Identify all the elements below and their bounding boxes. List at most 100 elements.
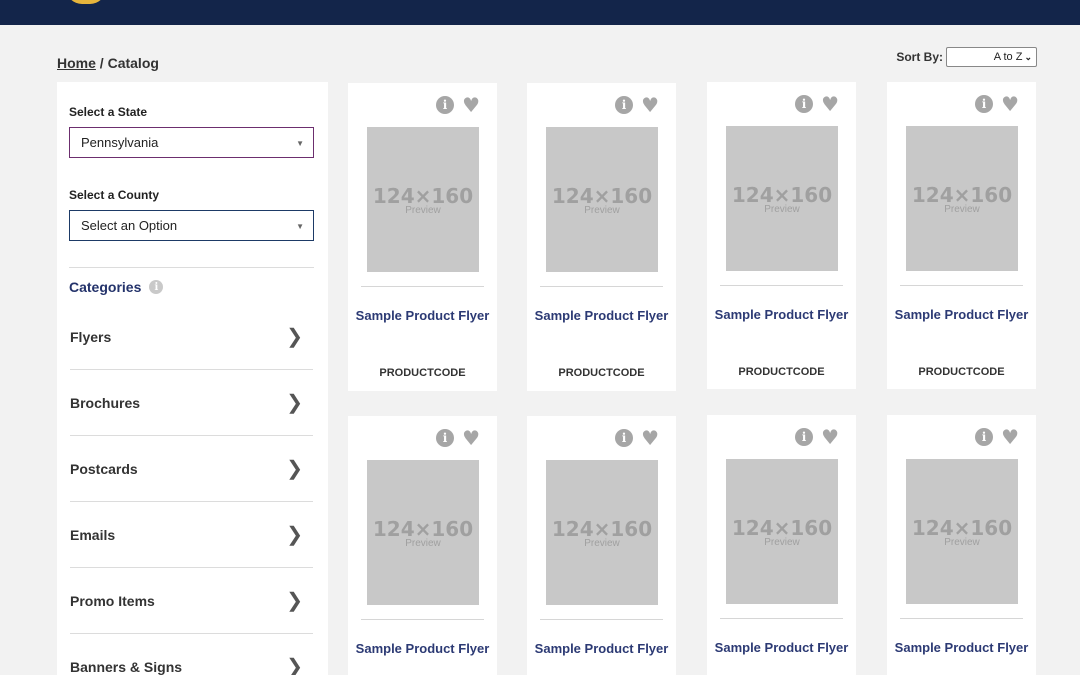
product-code: PRODUCTCODE — [558, 367, 645, 379]
divider — [361, 286, 484, 287]
info-icon[interactable]: i — [436, 429, 455, 447]
heart-icon[interactable]: ♥ — [1001, 427, 1019, 447]
product-name[interactable]: Sample Product Flyer — [887, 639, 1036, 657]
filter-sidebar: Select a State Pennsylvania ▼ Select a C… — [57, 82, 328, 675]
heart-icon[interactable]: ♥ — [462, 95, 480, 115]
brand-logo[interactable] — [66, 0, 106, 4]
info-icon[interactable]: i — [795, 428, 814, 446]
product-code: PRODUCTCODE — [738, 366, 825, 378]
product-card[interactable]: i ♥ 124×160 Preview Sample Product Flyer P… — [348, 83, 497, 391]
preview-size: 124×160 — [551, 516, 653, 541]
category-item-emails[interactable]: Emails ❯ — [70, 502, 313, 568]
divider — [900, 618, 1023, 619]
product-preview-image[interactable]: 124×160 Preview — [906, 459, 1018, 604]
county-label: Select a County — [69, 188, 160, 202]
preview-label: Preview — [405, 537, 441, 549]
info-icon[interactable]: i — [975, 95, 994, 113]
divider — [540, 619, 663, 620]
heart-icon[interactable]: ♥ — [821, 427, 839, 447]
preview-label: Preview — [764, 536, 800, 548]
category-label: Postcards — [70, 460, 138, 477]
preview-size: 124×160 — [372, 183, 474, 208]
divider — [361, 619, 484, 620]
category-item-postcards[interactable]: Postcards ❯ — [70, 436, 313, 502]
product-name[interactable]: Sample Product Flyer — [887, 306, 1036, 324]
breadcrumb-home-link[interactable]: Home — [57, 55, 96, 71]
category-item-flyers[interactable]: Flyers ❯ — [70, 304, 313, 370]
info-icon[interactable]: i — [615, 96, 634, 114]
product-card[interactable]: i ♥ 124×160 Preview Sample Product Flyer P… — [527, 83, 676, 391]
product-card[interactable]: i ♥ 124×160 Preview Sample Product Flyer — [527, 416, 676, 675]
divider — [540, 286, 663, 287]
product-name[interactable]: Sample Product Flyer — [707, 639, 856, 657]
product-name[interactable]: Sample Product Flyer — [348, 640, 497, 658]
chevron-right-icon: ❯ — [286, 391, 303, 414]
preview-size: 124×160 — [731, 515, 833, 540]
product-card[interactable]: i ♥ 124×160 Preview Sample Product Flyer — [887, 415, 1036, 675]
product-preview-image[interactable]: 124×160 Preview — [367, 460, 479, 605]
product-code: PRODUCTCODE — [379, 367, 466, 379]
chevron-down-icon: ⌄ — [1024, 51, 1032, 62]
info-icon[interactable]: i — [975, 428, 994, 446]
info-icon[interactable]: i — [149, 280, 164, 294]
county-select-value: Select an Option — [81, 218, 178, 233]
product-preview-image[interactable]: 124×160 Preview — [906, 126, 1018, 271]
chevron-right-icon: ❯ — [286, 325, 303, 348]
category-label: Brochures — [70, 394, 141, 411]
product-card[interactable]: i ♥ 124×160 Preview Sample Product Flyer — [348, 416, 497, 675]
sort-select[interactable]: A to Z ⌄ — [946, 47, 1037, 67]
breadcrumb-current: Catalog — [107, 55, 159, 71]
caret-down-icon: ▼ — [296, 139, 304, 148]
product-preview-image[interactable]: 124×160 Preview — [546, 127, 658, 272]
divider — [720, 618, 843, 619]
top-nav-bar — [0, 0, 1080, 25]
chevron-right-icon: ❯ — [286, 589, 303, 612]
sort-selected-value: A to Z — [993, 51, 1023, 63]
category-item-promo-items[interactable]: Promo Items ❯ — [70, 568, 313, 634]
breadcrumb-separator: / — [95, 55, 108, 71]
preview-size: 124×160 — [551, 183, 653, 208]
preview-label: Preview — [405, 204, 441, 216]
info-icon[interactable]: i — [436, 96, 455, 114]
sort-label: Sort By: — [896, 50, 943, 64]
product-card[interactable]: i ♥ 124×160 Preview Sample Product Flyer — [707, 415, 856, 675]
product-preview-image[interactable]: 124×160 Preview — [726, 459, 838, 604]
heart-icon[interactable]: ♥ — [641, 428, 659, 448]
state-label: Select a State — [69, 105, 148, 119]
heart-icon[interactable]: ♥ — [641, 95, 659, 115]
chevron-right-icon: ❯ — [286, 523, 303, 546]
divider — [69, 267, 314, 268]
category-label: Emails — [70, 526, 116, 543]
product-preview-image[interactable]: 124×160 Preview — [546, 460, 658, 605]
preview-label: Preview — [584, 537, 620, 549]
heart-icon[interactable]: ♥ — [462, 428, 480, 448]
categories-heading: Categories i — [69, 279, 164, 295]
category-label: Banners & Signs — [70, 659, 183, 675]
product-name[interactable]: Sample Product Flyer — [527, 640, 676, 658]
preview-label: Preview — [944, 536, 980, 548]
product-name[interactable]: Sample Product Flyer — [348, 307, 497, 325]
product-card[interactable]: i ♥ 124×160 Preview Sample Product Flyer P… — [887, 82, 1036, 389]
categories-title: Categories — [69, 279, 142, 295]
divider — [720, 285, 843, 286]
category-label: Flyers — [70, 328, 112, 345]
heart-icon[interactable]: ♥ — [821, 94, 839, 114]
preview-size: 124×160 — [911, 515, 1013, 540]
product-preview-image[interactable]: 124×160 Preview — [726, 126, 838, 271]
product-preview-image[interactable]: 124×160 Preview — [367, 127, 479, 272]
county-select[interactable]: Select an Option ▼ — [69, 210, 314, 241]
heart-icon[interactable]: ♥ — [1001, 94, 1019, 114]
product-name[interactable]: Sample Product Flyer — [527, 307, 676, 325]
preview-size: 124×160 — [911, 182, 1013, 207]
category-item-brochures[interactable]: Brochures ❯ — [70, 370, 313, 436]
info-icon[interactable]: i — [795, 95, 814, 113]
sort-control: Sort By: A to Z ⌄ — [896, 47, 1037, 67]
product-card[interactable]: i ♥ 124×160 Preview Sample Product Flyer P… — [707, 82, 856, 389]
preview-label: Preview — [944, 203, 980, 215]
info-icon[interactable]: i — [615, 429, 634, 447]
state-select-value: Pennsylvania — [81, 135, 159, 150]
category-item-banners-signs[interactable]: Banners & Signs ❯ — [70, 634, 313, 675]
product-name[interactable]: Sample Product Flyer — [707, 306, 856, 324]
breadcrumb: Home / Catalog — [57, 55, 159, 71]
state-select[interactable]: Pennsylvania ▼ — [69, 127, 314, 158]
